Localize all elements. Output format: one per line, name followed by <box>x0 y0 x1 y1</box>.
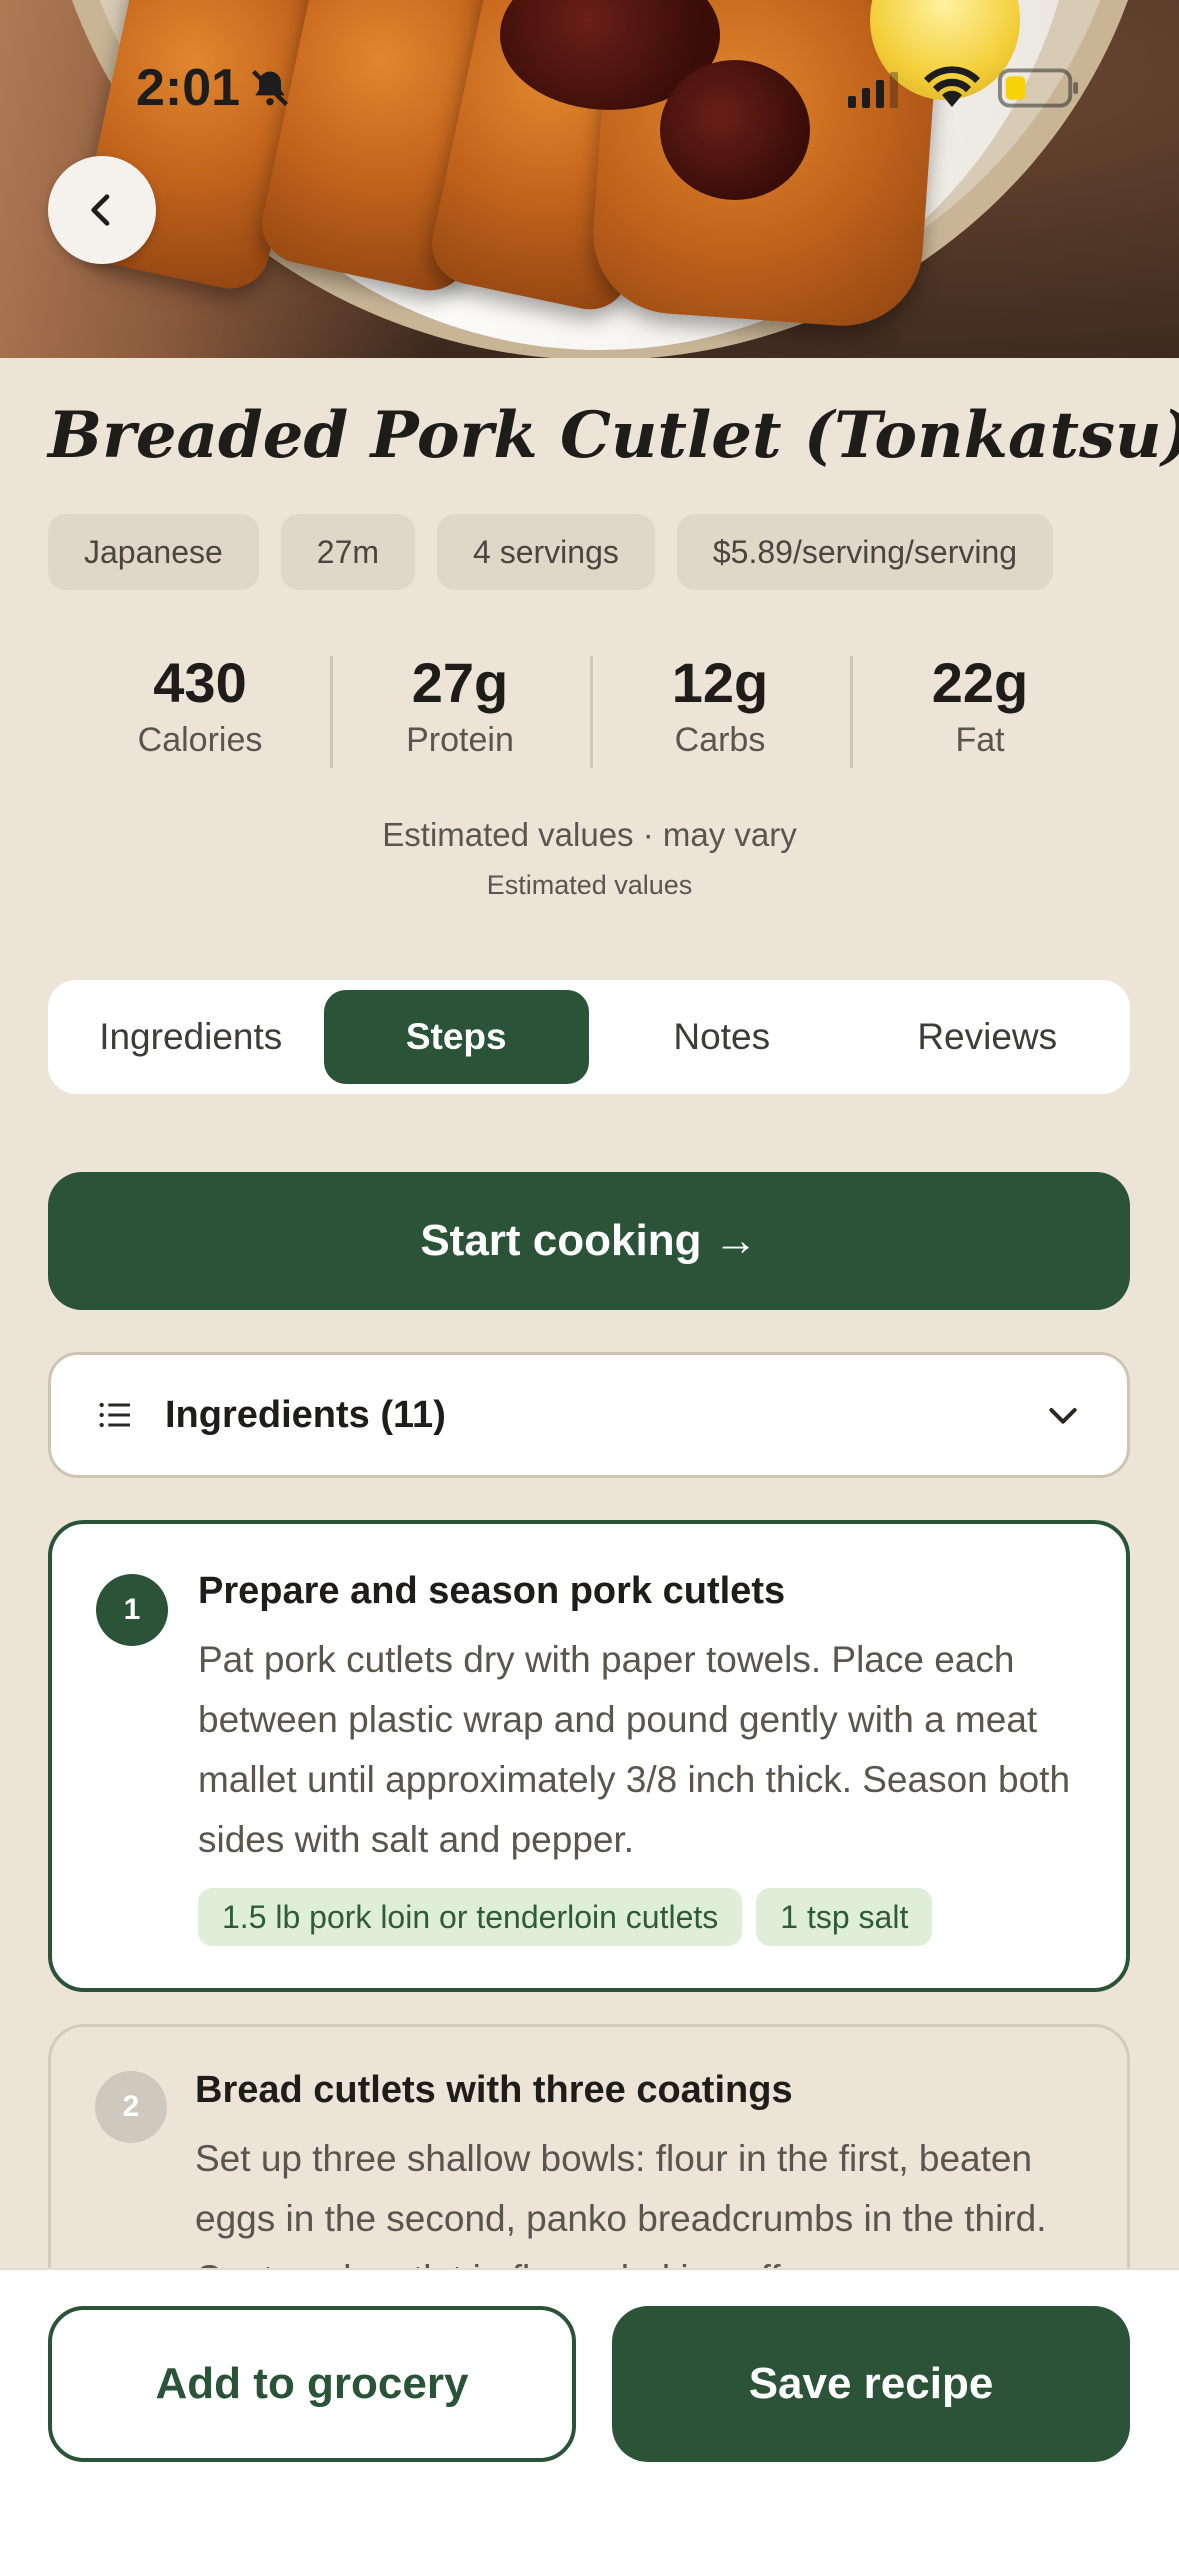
estimate-subnote: Estimated values <box>486 870 693 900</box>
nutrition-summary: 430 Calories 27g Protein 12g Carbs 22g F… <box>70 650 1110 770</box>
recipe-title: Breaded Pork Cutlet (Tonkatsu) <box>48 398 1179 473</box>
bell-slash-icon <box>251 69 289 107</box>
battery-icon <box>998 68 1079 108</box>
nutrition-protein: 27g Protein <box>330 650 590 770</box>
step-description: Pat pork cutlets dry with paper towels. … <box>198 1639 1071 1860</box>
bottom-action-bar: Add to grocery Save recipe <box>0 2268 1179 2556</box>
hero-image: 2:01 <box>0 0 1179 358</box>
recipe-tabs: Ingredients Steps Notes Reviews <box>48 980 1130 1094</box>
save-recipe-button[interactable]: Save recipe <box>612 2306 1130 2462</box>
wifi-icon <box>924 66 980 107</box>
status-time: 2:01 <box>136 59 241 117</box>
step-number-badge: 1 <box>96 1574 168 1646</box>
ingredient-tag: 1.5 lb pork loin or tenderloin cutlets <box>198 1888 743 1946</box>
tab-notes[interactable]: Notes <box>589 990 855 1084</box>
nutrition-calories: 430 Calories <box>70 650 330 770</box>
tab-steps[interactable]: Steps <box>323 990 589 1084</box>
nutrition-label: Carbs <box>674 721 766 759</box>
step-title: Bread cutlets with three coatings <box>195 2069 793 2111</box>
nutrition-label: Protein <box>406 721 514 759</box>
nutrition-carbs: 12g Carbs <box>590 650 850 770</box>
cost-chip: $5.89/serving/serving <box>676 514 1054 590</box>
status-bar: 2:01 <box>0 48 1179 128</box>
nutrition-fat: 22g Fat <box>850 650 1110 770</box>
tab-ingredients[interactable]: Ingredients <box>58 990 324 1084</box>
recipe-meta-chips: Japanese 27m 4 servings $5.89/serving/se… <box>48 514 1054 590</box>
nutrition-label: Calories <box>137 721 263 759</box>
estimate-note: Estimated values · may vary <box>382 816 797 853</box>
step-title: Prepare and season pork cutlets <box>198 1570 786 1612</box>
ingredients-dropdown-label: Ingredients (11) <box>165 1393 446 1436</box>
nutrition-value: 27g <box>411 651 509 714</box>
servings-chip: 4 servings <box>437 514 655 590</box>
nutrition-label: Fat <box>955 721 1005 759</box>
cuisine-chip: Japanese <box>48 514 259 590</box>
time-chip: 27m <box>280 514 416 590</box>
cellular-signal-icon <box>848 72 898 108</box>
chevron-down-icon <box>1049 1408 1077 1424</box>
list-icon <box>99 1402 130 1428</box>
ingredients-dropdown[interactable]: Ingredients (11) <box>48 1352 1130 1478</box>
back-button[interactable] <box>48 156 156 264</box>
tab-reviews[interactable]: Reviews <box>855 990 1121 1084</box>
step-ingredient-tags: 1.5 lb pork loin or tenderloin cutlets 1… <box>198 1888 933 1946</box>
step-number-badge: 2 <box>95 2071 167 2143</box>
add-to-grocery-button[interactable]: Add to grocery <box>48 2306 576 2462</box>
nutrition-value: 12g <box>671 651 769 714</box>
nutrition-value: 22g <box>931 651 1029 714</box>
nutrition-value: 430 <box>153 651 247 714</box>
ingredient-tag: 1 tsp salt <box>756 1888 933 1946</box>
start-cooking-button[interactable]: Start cooking → <box>48 1172 1130 1310</box>
chevron-left-icon <box>91 194 110 226</box>
step-card-1[interactable]: 1 Prepare and season pork cutlets Pat po… <box>48 1520 1130 1992</box>
